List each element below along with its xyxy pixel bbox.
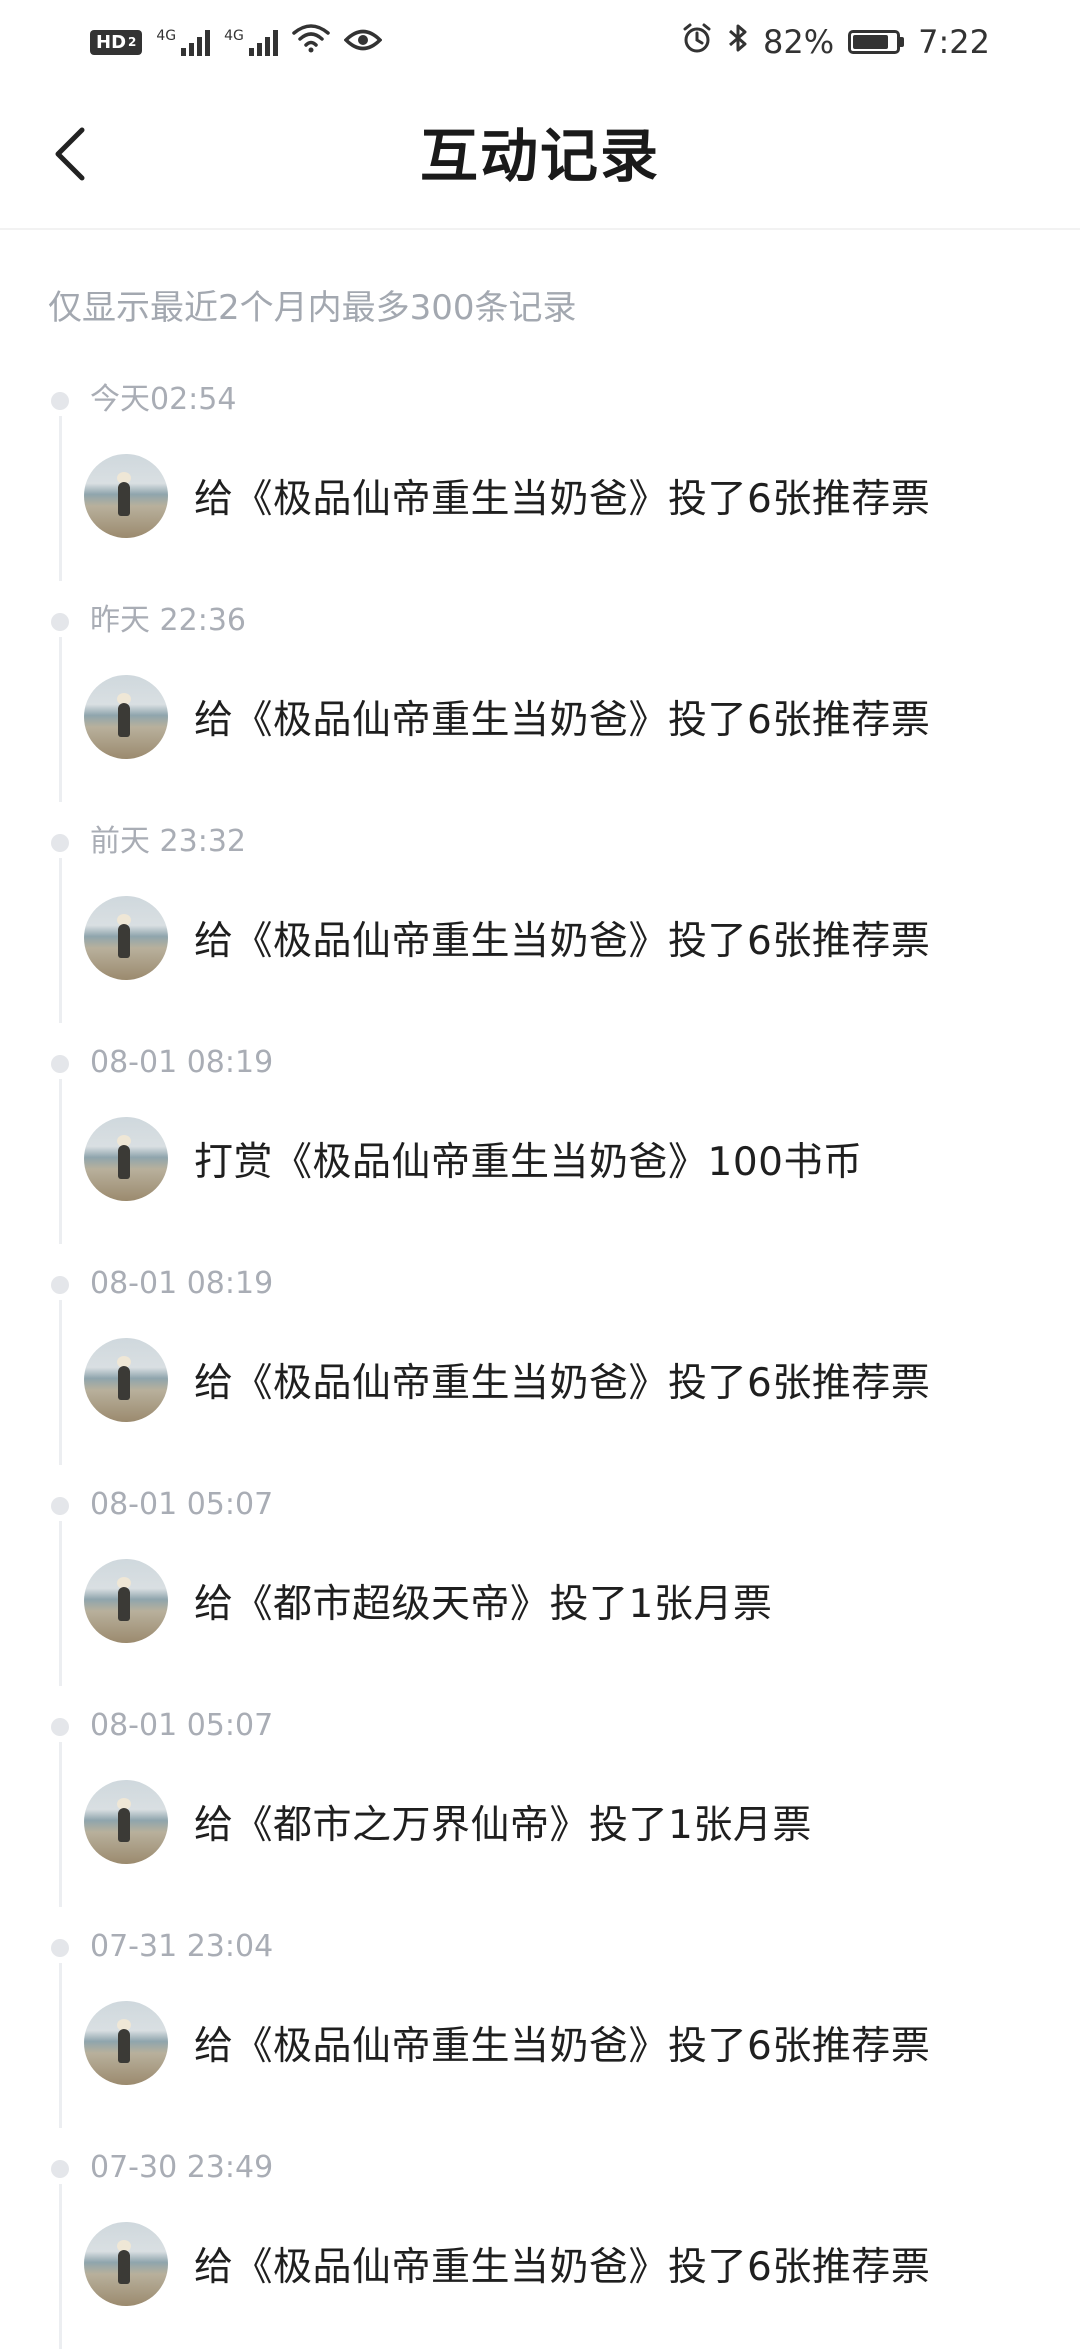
record-row: 给《极品仙帝重生当奶爸》投了6张推荐票 — [84, 896, 930, 980]
signal-icon: 4G — [156, 28, 211, 56]
hd-label: HD — [96, 31, 127, 53]
timeline-line — [59, 1742, 62, 1907]
timeline-line — [59, 1079, 62, 1244]
avatar[interactable] — [84, 2222, 168, 2306]
record-text: 给《极品仙帝重生当奶爸》投了6张推荐票 — [194, 477, 931, 522]
timeline-dot — [51, 1055, 69, 1073]
record-row: 给《极品仙帝重生当奶爸》投了6张推荐票 — [84, 454, 930, 538]
battery-level — [853, 35, 888, 49]
timeline-line — [59, 1521, 62, 1686]
record-item[interactable]: 今天02:54 给《极品仙帝重生当奶爸》投了6张推荐票 — [0, 360, 1080, 581]
timeline-dot — [51, 613, 69, 631]
record-time: 昨天 22:36 — [90, 603, 246, 638]
record-item[interactable]: 08-01 05:07 给《都市之万界仙帝》投了1张月票 — [0, 1686, 1080, 1907]
timeline-line — [59, 416, 62, 581]
record-item[interactable]: 前天 23:32 给《极品仙帝重生当奶爸》投了6张推荐票 — [0, 802, 1080, 1023]
record-text: 给《极品仙帝重生当奶爸》投了6张推荐票 — [194, 1361, 931, 1406]
battery-percent: 82% — [763, 23, 835, 61]
records-notice: 仅显示最近2个月内最多300条记录 — [48, 288, 577, 328]
record-time: 08-01 05:07 — [90, 1487, 274, 1522]
timeline-dot — [51, 834, 69, 852]
timeline-line — [59, 1963, 62, 2128]
record-item[interactable]: 07-31 23:04 给《极品仙帝重生当奶爸》投了6张推荐票 — [0, 1907, 1080, 2128]
avatar[interactable] — [84, 1559, 168, 1643]
wifi-icon — [292, 23, 330, 61]
record-timeline: 今天02:54 给《极品仙帝重生当奶爸》投了6张推荐票 昨天 22:36 给《极品仙帝… — [0, 360, 1080, 2349]
timeline-line — [59, 2184, 62, 2349]
avatar[interactable] — [84, 1338, 168, 1422]
record-text: 给《极品仙帝重生当奶爸》投了6张推荐票 — [194, 2024, 931, 2069]
record-row: 给《极品仙帝重生当奶爸》投了6张推荐票 — [84, 2222, 930, 2306]
record-item[interactable]: 07-30 23:49 给《极品仙帝重生当奶爸》投了6张推荐票 — [0, 2128, 1080, 2349]
record-row: 给《都市之万界仙帝》投了1张月票 — [84, 1780, 812, 1864]
timeline-line — [59, 637, 62, 802]
status-left: HD 2 4G 4G — [90, 23, 383, 61]
network-type-1: 4G — [156, 28, 177, 44]
timeline-line — [59, 858, 62, 1023]
avatar[interactable] — [84, 1780, 168, 1864]
timeline-line — [59, 1300, 62, 1465]
record-time: 08-01 08:19 — [90, 1266, 274, 1301]
record-time: 今天02:54 — [90, 382, 237, 417]
status-time: 7:22 — [918, 23, 990, 61]
battery-icon — [848, 30, 905, 54]
alarm-icon — [681, 22, 713, 62]
hd-icon: HD 2 — [90, 29, 143, 55]
avatar[interactable] — [84, 454, 168, 538]
signal-icon-2: 4G — [224, 28, 278, 56]
record-text: 打赏《极品仙帝重生当奶爸》100书币 — [194, 1140, 863, 1185]
status-right: 82% 7:22 — [681, 22, 990, 62]
record-row: 给《极品仙帝重生当奶爸》投了6张推荐票 — [84, 2001, 930, 2085]
page-title: 互动记录 — [419, 122, 660, 190]
record-text: 给《都市超级天帝》投了1张月票 — [194, 1582, 773, 1627]
record-row: 打赏《极品仙帝重生当奶爸》100书币 — [84, 1117, 862, 1201]
status-bar: HD 2 4G 4G 82% 7:22 — [0, 0, 1080, 84]
record-row: 给《都市超级天帝》投了1张月票 — [84, 1559, 772, 1643]
avatar[interactable] — [84, 2001, 168, 2085]
timeline-dot — [51, 1276, 69, 1294]
bluetooth-icon — [727, 22, 749, 62]
avatar[interactable] — [84, 675, 168, 759]
timeline-dot — [51, 1939, 69, 1957]
record-time: 08-01 05:07 — [90, 1708, 274, 1743]
network-type-2: 4G — [224, 28, 244, 44]
record-time: 07-31 23:04 — [90, 1929, 274, 1964]
timeline-dot — [51, 2160, 69, 2178]
header: 互动记录 — [0, 84, 1080, 230]
timeline-dot — [51, 1718, 69, 1736]
timeline-dot — [51, 1497, 69, 1515]
record-time: 前天 23:32 — [90, 824, 246, 859]
record-row: 给《极品仙帝重生当奶爸》投了6张推荐票 — [84, 1338, 930, 1422]
record-text: 给《极品仙帝重生当奶爸》投了6张推荐票 — [194, 2245, 931, 2290]
record-time: 08-01 08:19 — [90, 1045, 274, 1080]
record-item[interactable]: 08-01 08:19 打赏《极品仙帝重生当奶爸》100书币 — [0, 1023, 1080, 1244]
record-time: 07-30 23:49 — [90, 2150, 274, 2185]
timeline-dot — [51, 392, 69, 410]
record-row: 给《极品仙帝重生当奶爸》投了6张推荐票 — [84, 675, 930, 759]
record-text: 给《极品仙帝重生当奶爸》投了6张推荐票 — [194, 698, 931, 743]
hd-sub-label: 2 — [128, 35, 137, 49]
avatar[interactable] — [84, 896, 168, 980]
record-text: 给《极品仙帝重生当奶爸》投了6张推荐票 — [194, 919, 931, 964]
eye-icon — [343, 23, 383, 61]
record-item[interactable]: 08-01 05:07 给《都市超级天帝》投了1张月票 — [0, 1465, 1080, 1686]
avatar[interactable] — [84, 1117, 168, 1201]
record-text: 给《都市之万界仙帝》投了1张月票 — [194, 1803, 812, 1848]
record-item[interactable]: 昨天 22:36 给《极品仙帝重生当奶爸》投了6张推荐票 — [0, 581, 1080, 802]
record-item[interactable]: 08-01 08:19 给《极品仙帝重生当奶爸》投了6张推荐票 — [0, 1244, 1080, 1465]
